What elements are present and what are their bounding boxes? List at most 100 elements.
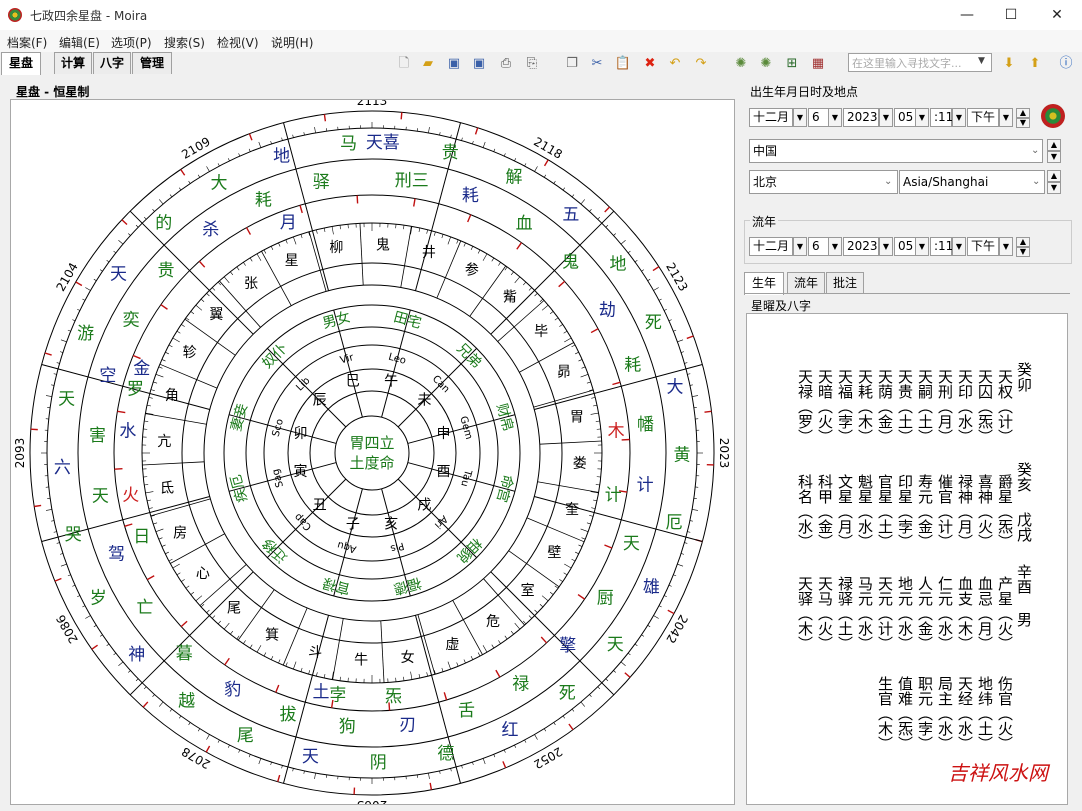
tick-inner — [549, 311, 554, 315]
delete-icon[interactable]: ✖ — [641, 55, 659, 73]
tab-birth-year[interactable]: 生年 — [744, 272, 784, 295]
copy-icon[interactable]: ❐ — [563, 55, 581, 73]
tab-manage[interactable]: 管理 — [132, 52, 172, 74]
flow-ampm-select[interactable]: 下午 — [967, 237, 999, 256]
flow-time-up[interactable]: ▲ — [1016, 237, 1030, 247]
cut-icon[interactable]: ✂ — [588, 55, 606, 73]
birth-ampm-select[interactable]: 下午 — [967, 108, 999, 127]
timezone-select[interactable]: Asia/Shanghai — [899, 170, 1045, 194]
place-down[interactable]: ▼ — [1047, 182, 1061, 194]
birth-year-select[interactable]: 2023 — [843, 108, 879, 127]
star-column-c5: 天嗣︵土︶ — [916, 369, 934, 444]
birth-ampm-dropdown[interactable]: ▼ — [999, 108, 1013, 127]
tick-outer — [514, 744, 517, 748]
country-down[interactable]: ▼ — [1047, 151, 1061, 163]
tick-inner — [482, 645, 488, 653]
menu-search[interactable]: 搜索(S) — [164, 34, 205, 51]
flow-month-dropdown[interactable]: ▼ — [793, 237, 807, 256]
save-as-icon[interactable]: ▣ — [470, 55, 488, 73]
birth-time-down[interactable]: ▼ — [1016, 118, 1030, 128]
tick-outer — [45, 509, 52, 511]
birth-hour-dropdown[interactable]: ▼ — [915, 108, 929, 127]
chevron-down-icon[interactable]: ▼ — [978, 56, 985, 66]
tab-bazi[interactable]: 八字 — [93, 52, 131, 74]
tick-inner — [249, 644, 253, 649]
undo-icon[interactable]: ↶ — [666, 55, 684, 73]
birth-month-dropdown[interactable]: ▼ — [793, 108, 807, 127]
birth-minute-select[interactable]: :11 — [930, 108, 953, 127]
flow-month-select[interactable]: 十二月 — [749, 237, 793, 256]
menu-options[interactable]: 选项(P) — [111, 34, 152, 51]
tick-outer — [197, 174, 201, 178]
tab-calc[interactable]: 计算 — [54, 52, 92, 74]
flow-time-down[interactable]: ▼ — [1016, 247, 1030, 257]
outer-label: 豹 — [224, 680, 241, 700]
birth-year-dropdown[interactable]: ▼ — [879, 108, 893, 127]
flow-hour-select[interactable]: 05 — [894, 237, 916, 256]
search-input[interactable]: 在这里输入寻找文字... — [848, 53, 992, 72]
tick-outer — [53, 531, 57, 533]
close-button[interactable]: ✕ — [1034, 0, 1080, 30]
layout-tool-icon[interactable]: ▦ — [809, 55, 827, 73]
country-chevron-icon[interactable]: ⌄ — [1031, 145, 1039, 156]
tick-inner — [578, 359, 583, 362]
minimize-button[interactable]: — — [944, 0, 990, 30]
help-icon[interactable]: ⓘ — [1057, 55, 1075, 73]
city-select[interactable]: 北京 — [749, 170, 898, 194]
tick-inner — [563, 572, 568, 576]
menu-help[interactable]: 说明(H) — [271, 34, 313, 51]
birth-time-up[interactable]: ▲ — [1016, 108, 1030, 118]
birth-month-select[interactable]: 十二月 — [749, 108, 793, 127]
menu-file[interactable]: 档案(F) — [7, 34, 47, 51]
tab-notes[interactable]: 批注 — [826, 272, 864, 294]
tick-outer — [281, 765, 283, 769]
paste-icon[interactable]: 📋 — [614, 55, 632, 73]
search-up-icon[interactable]: ⬆ — [1026, 55, 1044, 73]
flow-ampm-dropdown[interactable]: ▼ — [999, 237, 1013, 256]
save-icon[interactable]: ▣ — [445, 55, 463, 73]
city-chevron-icon[interactable]: ⌄ — [884, 176, 892, 187]
menu-edit[interactable]: 编辑(E) — [59, 34, 100, 51]
tick-inner — [426, 229, 428, 234]
place-up[interactable]: ▲ — [1047, 170, 1061, 182]
tick-outer — [597, 686, 601, 690]
search-go-icon[interactable]: ⬇ — [1000, 55, 1018, 73]
country-select[interactable]: 中国 — [749, 139, 1043, 163]
maximize-button[interactable]: ☐ — [988, 0, 1034, 30]
print-icon[interactable]: ⎙ — [497, 55, 515, 73]
country-up[interactable]: ▲ — [1047, 139, 1061, 151]
flow-minute-select[interactable]: :11 — [930, 237, 953, 256]
menu-view[interactable]: 检视(V) — [217, 34, 259, 51]
tab-flow-year[interactable]: 流年 — [787, 272, 825, 294]
new-file-icon[interactable]: 🗋 — [395, 55, 413, 73]
outer-label: 计 — [637, 475, 654, 495]
flow-year-select[interactable]: 2023 — [843, 237, 879, 256]
chart-tool2-icon[interactable]: ✺ — [757, 55, 775, 73]
chart-tool-icon[interactable]: ✺ — [732, 55, 750, 73]
birth-hour-select[interactable]: 05 — [894, 108, 916, 127]
mansion-divider — [539, 440, 602, 445]
timezone-chevron-icon[interactable]: ⌄ — [1032, 176, 1040, 187]
birth-minute-dropdown[interactable]: ▼ — [952, 108, 966, 127]
redo-icon[interactable]: ↷ — [692, 55, 710, 73]
palace-divider — [129, 210, 254, 335]
flow-minute-dropdown[interactable]: ▼ — [952, 237, 966, 256]
open-folder-icon[interactable]: ▰ — [419, 55, 437, 73]
flow-hour-dropdown[interactable]: ▼ — [915, 237, 929, 256]
tick-inner — [172, 563, 180, 569]
tick-inner — [285, 662, 288, 667]
outer-label: 暮 — [176, 644, 193, 664]
tick-red — [400, 112, 403, 120]
print-preview-icon[interactable]: ⎘ — [523, 55, 541, 73]
tick-outer — [461, 765, 463, 769]
birth-day-dropdown[interactable]: ▼ — [828, 108, 842, 127]
flow-year-dropdown[interactable]: ▼ — [879, 237, 893, 256]
tick-outer — [93, 624, 97, 628]
tick-outer — [653, 615, 659, 619]
flow-day-dropdown[interactable]: ▼ — [828, 237, 842, 256]
chart-refresh-icon[interactable] — [1041, 104, 1065, 128]
branch-label: 亥 — [384, 516, 398, 532]
bazi-pillar-4: 男 — [1015, 612, 1033, 627]
tab-chart[interactable]: 星盘 — [1, 52, 41, 75]
grid-tool-icon[interactable]: ⊞ — [783, 55, 801, 73]
